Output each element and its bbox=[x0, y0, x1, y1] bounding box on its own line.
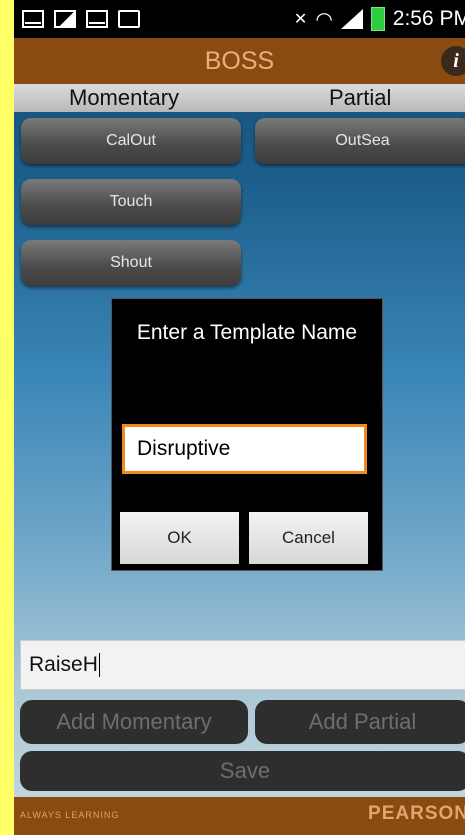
app-title: BOSS bbox=[204, 46, 275, 75]
wifi-icon: ◠ bbox=[315, 8, 333, 31]
title-bar: BOSS i bbox=[14, 38, 465, 84]
vibrate-icon: ✕ bbox=[293, 11, 308, 28]
status-bar: ✕ ◠ 2:56 PM bbox=[14, 0, 465, 38]
text-cursor bbox=[98, 653, 100, 677]
pearson-logo: PEARSON bbox=[368, 803, 465, 824]
partial-button-outsea[interactable]: OutSea bbox=[255, 118, 465, 164]
dialog-title: Enter a Template Name bbox=[136, 321, 358, 344]
app-screen: ✕ ◠ 2:56 PM BOSS i Momentary Partial Cal… bbox=[14, 0, 465, 835]
footer-tagline: ALWAYS LEARNING bbox=[20, 810, 120, 820]
partial-header: Partial bbox=[329, 85, 392, 110]
clock: 2:56 PM bbox=[392, 7, 465, 30]
momentary-button-shout[interactable]: Shout bbox=[21, 240, 241, 286]
template-name-dialog: Enter a Template Name Disruptive OK Canc… bbox=[111, 298, 383, 571]
download-icon bbox=[118, 10, 140, 28]
template-name-input[interactable]: Disruptive bbox=[122, 424, 367, 474]
battery-icon bbox=[370, 7, 385, 31]
ok-button[interactable]: OK bbox=[120, 512, 239, 564]
message-icon bbox=[86, 10, 108, 28]
cancel-button[interactable]: Cancel bbox=[249, 512, 368, 564]
column-headers: Momentary Partial bbox=[14, 84, 465, 112]
email-icon bbox=[22, 10, 44, 28]
momentary-button-touch[interactable]: Touch bbox=[21, 179, 241, 225]
momentary-button-calout[interactable]: CalOut bbox=[21, 118, 241, 164]
footer-bar: ALWAYS LEARNING PEARSON bbox=[14, 797, 465, 835]
gallery-icon bbox=[54, 10, 76, 28]
info-icon[interactable]: i bbox=[441, 46, 465, 76]
save-button[interactable]: Save bbox=[20, 751, 465, 791]
momentary-header: Momentary bbox=[69, 85, 180, 110]
behavior-name-value: RaiseH bbox=[29, 653, 98, 676]
signal-icon bbox=[340, 9, 363, 29]
behavior-name-input[interactable]: RaiseH bbox=[20, 640, 465, 690]
add-momentary-button[interactable]: Add Momentary bbox=[20, 700, 248, 744]
add-partial-button[interactable]: Add Partial bbox=[255, 700, 465, 744]
